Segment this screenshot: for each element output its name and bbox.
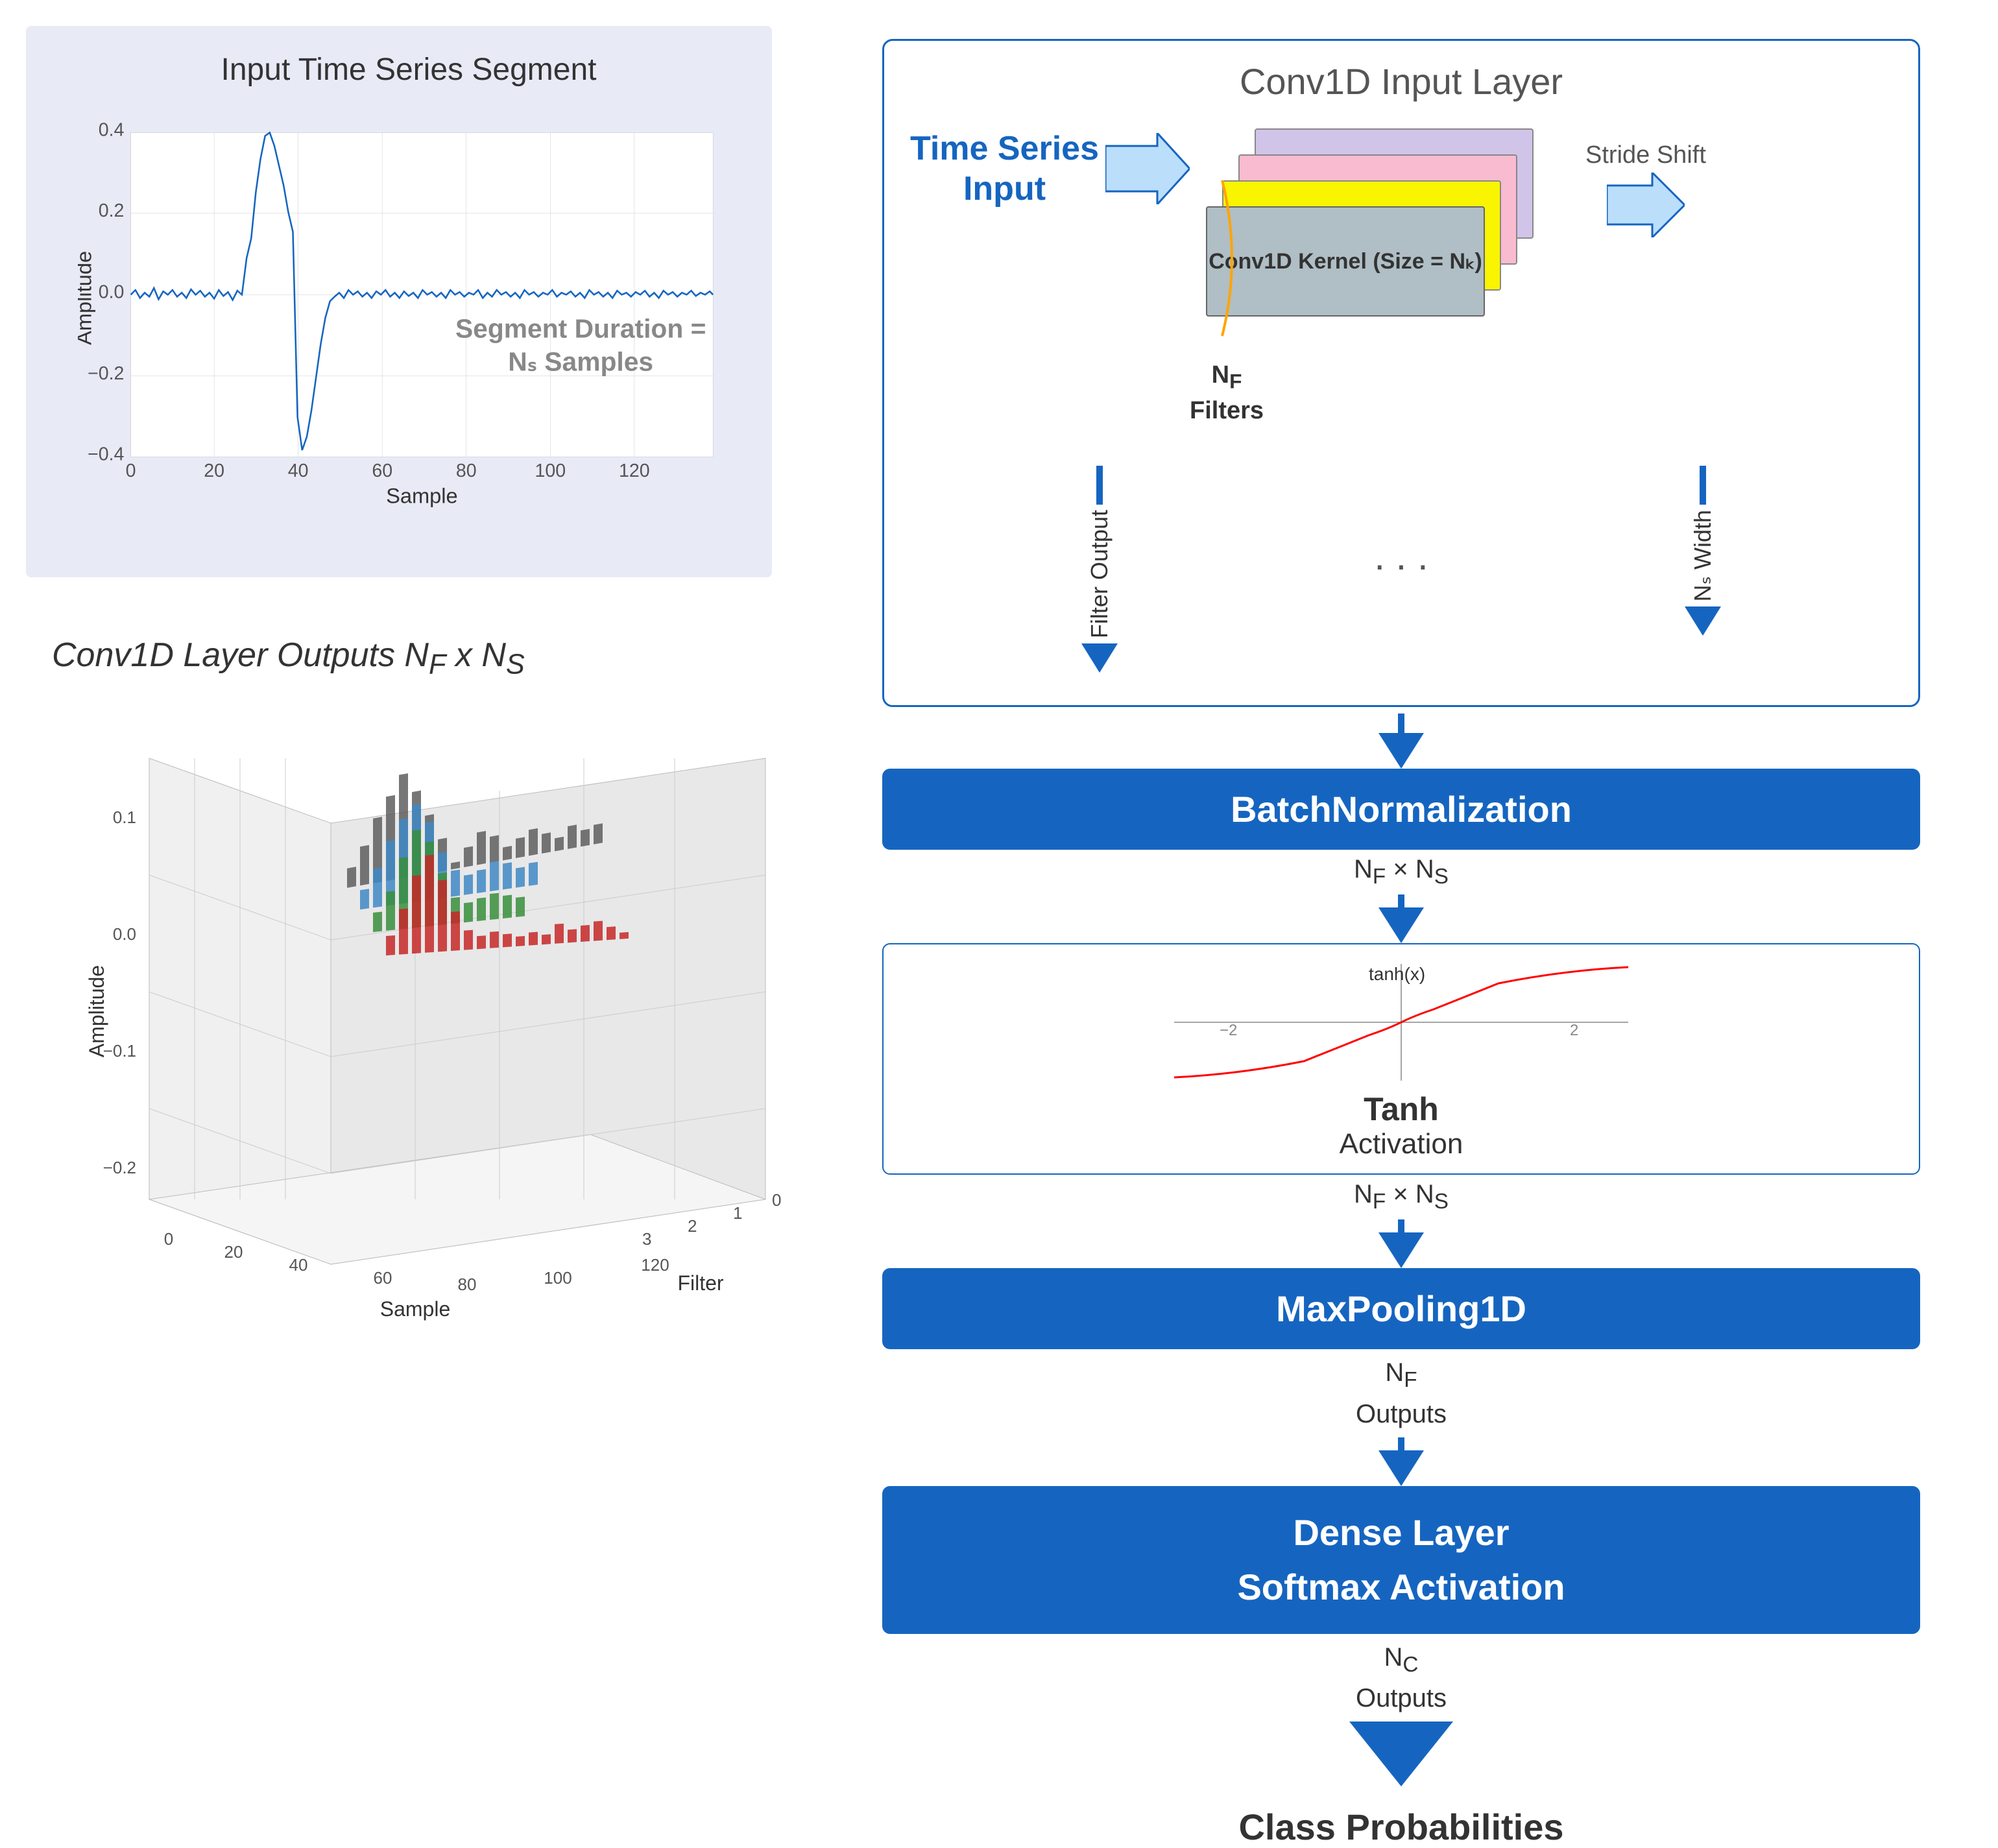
stem-to-tanh — [1398, 894, 1404, 907]
svg-text:120: 120 — [641, 1255, 669, 1275]
post-maxpool-section: NFOutputs — [1356, 1349, 1447, 1486]
class-probabilities-label: Class Probabilities — [1238, 1806, 1563, 1848]
nf-outputs-label: NFOutputs — [1356, 1354, 1447, 1432]
arrow-to-maxpool — [1378, 1232, 1424, 1268]
svg-text:120: 120 — [619, 461, 650, 481]
arrow-head-2 — [1685, 606, 1721, 636]
stem-to-maxpool — [1398, 1219, 1404, 1232]
arrow-head-1 — [1081, 643, 1118, 673]
svg-text:Sample: Sample — [386, 484, 458, 508]
nf-filters-label: NFFilters — [1190, 359, 1264, 427]
left-column: Input Time Series Segment — [26, 26, 804, 1644]
svg-text:100: 100 — [544, 1268, 572, 1288]
batch-norm-box: BatchNormalization — [882, 769, 1920, 850]
svg-text:Filter: Filter — [677, 1271, 723, 1295]
stem-to-bn — [1398, 714, 1404, 733]
filter-output-label: Filter Output — [1086, 510, 1113, 638]
svg-text:3: 3 — [642, 1229, 651, 1249]
dense-box: Dense LayerSoftmax Activation — [882, 1486, 1920, 1634]
svg-text:0.1: 0.1 — [113, 808, 136, 827]
time-series-input-section: Time SeriesInput — [910, 128, 1190, 210]
svg-text:0: 0 — [164, 1229, 173, 1249]
input-section: Time SeriesInput — [910, 128, 1892, 362]
stem1 — [1096, 466, 1103, 505]
svg-text:40: 40 — [289, 1255, 308, 1275]
svg-text:20: 20 — [204, 461, 224, 481]
svg-text:0.2: 0.2 — [99, 200, 125, 221]
svg-text:20: 20 — [224, 1242, 243, 1262]
svg-text:tanh(x): tanh(x) — [1369, 964, 1425, 984]
chart-svg: 0.4 0.2 0.0 −0.2 −0.4 0 20 40 60 80 100 … — [78, 107, 740, 529]
svg-text:0.0: 0.0 — [113, 924, 136, 944]
filter-output-arrow: Filter Output — [1072, 466, 1127, 673]
svg-text:0: 0 — [126, 461, 136, 481]
ns-width-arrow: Nₛ Width — [1676, 466, 1730, 673]
dots-separator: . . . — [1374, 534, 1428, 579]
svg-text:2: 2 — [1570, 1022, 1578, 1039]
svg-text:0: 0 — [772, 1190, 781, 1210]
tanh-chart: tanh(x) −2 2 — [903, 957, 1899, 1087]
stride-label: Stride Shift — [1585, 141, 1706, 169]
svg-text:Segment Duration =: Segment Duration = — [455, 314, 706, 344]
svg-text:Amplitude: Amplitude — [85, 965, 108, 1057]
svg-text:Sample: Sample — [380, 1297, 451, 1321]
stride-section: Stride Shift — [1585, 141, 1706, 237]
nc-outputs-label: NCOutputs — [1356, 1639, 1447, 1717]
arrow-to-dense — [1378, 1450, 1424, 1486]
post-dense-section: NCOutputs — [1349, 1634, 1453, 1787]
orange-curve-svg — [1203, 128, 1566, 362]
conv1d-title: Conv1D Input Layer — [910, 60, 1892, 102]
svg-text:1: 1 — [733, 1203, 742, 1223]
maxpool-box: MaxPooling1D — [882, 1268, 1920, 1349]
tanh-activation-box: tanh(x) −2 2 Tanh Activation — [882, 943, 1920, 1175]
tanh-title: Tanh — [903, 1090, 1899, 1128]
time-series-label: Time SeriesInput — [910, 128, 1099, 210]
output-arrow-icon — [1349, 1722, 1453, 1786]
batch-norm-section: BatchNormalization NF × NS — [882, 714, 1920, 943]
time-series-chart: Input Time Series Segment — [26, 26, 772, 577]
input-arrow-icon — [1105, 133, 1190, 204]
svg-text:−0.2: −0.2 — [88, 363, 124, 384]
svg-text:40: 40 — [288, 461, 309, 481]
chart3d-title: Conv1D Layer Outputs NF x NS — [52, 636, 791, 680]
svg-text:60: 60 — [372, 461, 392, 481]
svg-text:−0.4: −0.4 — [88, 444, 124, 464]
arrow-to-bn — [1378, 733, 1424, 769]
conv1d-outputs-chart: Conv1D Layer Outputs NF x NS — [26, 616, 804, 1330]
chart-area: 0.4 0.2 0.0 −0.2 −0.4 0 20 40 60 80 100 … — [78, 107, 740, 529]
svg-text:Nₛ Samples: Nₛ Samples — [508, 347, 653, 377]
svg-text:0.0: 0.0 — [99, 282, 125, 302]
nn-diagram: Conv1D Input Layer Time SeriesInput — [830, 26, 1972, 1644]
filter-layers: Conv1D Kernel (Size = Nₖ) NFFilters — [1203, 128, 1566, 362]
tanh-subtitle: Activation — [903, 1128, 1899, 1160]
svg-text:60: 60 — [374, 1268, 392, 1288]
stem-to-dense — [1398, 1437, 1404, 1450]
svg-text:−0.2: −0.2 — [103, 1158, 136, 1177]
chart-title: Input Time Series Segment — [78, 52, 740, 88]
svg-text:80: 80 — [458, 1275, 477, 1294]
stem2 — [1700, 466, 1706, 505]
ns-width-label: Nₛ Width — [1689, 510, 1716, 601]
chart3d-svg: 0.1 0.0 −0.1 −0.2 Amplitude 0 20 40 60 8… — [52, 693, 804, 1329]
svg-text:100: 100 — [535, 461, 566, 481]
svg-text:0.4: 0.4 — [99, 120, 125, 141]
post-tanh-section: NF × NS — [1354, 1175, 1449, 1268]
nf-ns-label-2: NF × NS — [1354, 1180, 1449, 1214]
svg-text:80: 80 — [456, 461, 477, 481]
svg-text:2: 2 — [688, 1216, 697, 1236]
stride-arrow-icon — [1607, 173, 1685, 237]
nf-ns-label-1: NF × NS — [1354, 855, 1449, 889]
svg-text:Amplitude: Amplitude — [78, 251, 95, 345]
arrow-to-tanh — [1378, 907, 1424, 943]
down-arrows-row: Filter Output . . . Nₛ Width — [910, 362, 1892, 673]
conv1d-input-layer-box: Conv1D Input Layer Time SeriesInput — [882, 39, 1920, 707]
svg-text:−2: −2 — [1220, 1022, 1237, 1039]
